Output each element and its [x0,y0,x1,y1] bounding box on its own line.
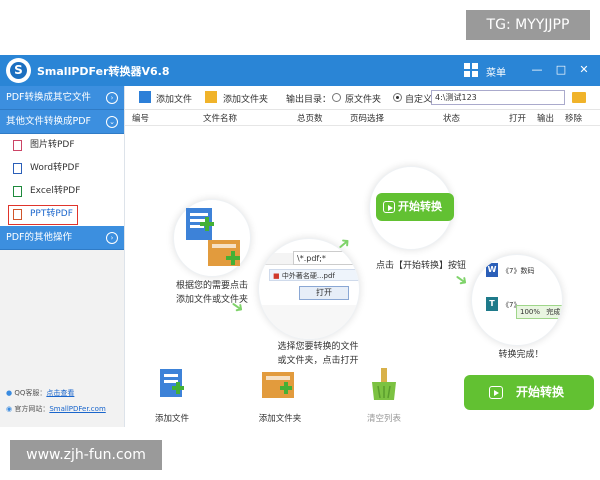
maximize-button[interactable]: □ [552,61,570,79]
radio-custom-label[interactable]: 自定义 [405,92,432,105]
col-remove[interactable]: 移除 [565,112,582,124]
bottom-add-file-icon[interactable] [152,368,192,402]
website-label: 官方网站： [14,405,50,413]
bottom-clear-list-button[interactable]: 清空列表 [360,412,408,424]
output-dir-label: 输出目录： [286,95,332,105]
bottom-add-folder-button[interactable]: 添加文件夹 [252,412,308,424]
radio-source-folder[interactable] [332,93,341,102]
add-folder-button[interactable]: 添加文件夹 [223,92,268,105]
qq-support-row: ● QQ客服：点击查看 [6,388,74,398]
step2-text: 选择您要转换的文件 或文件夹，点击打开 [277,342,359,366]
sidebar-section-label: PDF转换成其它文件 [6,92,92,103]
chevron-down-icon: ⌄ [106,116,118,128]
output-path-input[interactable] [431,90,565,105]
excel-file-icon [13,186,22,197]
sidebar: PDF转换成其它文件 › 其他文件转换成PDF ⌄ 图片转PDF Word转PD… [0,86,125,427]
qq-label: QQ客服： [14,389,47,397]
play-icon [489,386,503,399]
word-file-icon: W [486,263,498,277]
app-window: SmallPDFer转换器V6.8 菜单 — □ ✕ PDF转换成其它文件 › … [0,55,600,427]
selected-file-name: 中外著名硬...pdf [281,272,335,280]
sidebar-section-label: PDF的其他操作 [6,232,73,243]
radio-custom[interactable] [393,93,402,102]
ppt-file-icon [13,209,22,220]
result-word-file: 《7》数码 [502,267,535,275]
title-bar: SmallPDFer转换器V6.8 菜单 — □ ✕ [0,55,600,86]
bottom-add-folder-icon[interactable] [258,368,298,402]
chevron-right-icon: › [106,232,118,244]
col-page-select[interactable]: 页码选择 [350,112,384,124]
broom-clear-icon[interactable] [364,368,404,402]
radio-source-folder-label[interactable]: 原文件夹 [345,92,381,105]
start-button-illustration: 开始转换 [376,193,454,221]
screenshot: TG: MYYJJPP SmallPDFer转换器V6.8 菜单 — □ ✕ P… [0,0,600,480]
step3-circle: 开始转换 [369,166,454,250]
watermark-top: TG: MYYJJPP [466,10,590,40]
toolbar: 添加文件 添加文件夹 输出目录： 原文件夹 [125,86,600,110]
close-button[interactable]: ✕ [575,61,593,79]
sidebar-section-label: 其他文件转换成PDF [6,116,92,127]
app-logo-icon [6,58,31,83]
filename-input[interactable]: \*.pdf;* [293,251,359,265]
open-button[interactable]: 打开 [299,286,349,300]
start-convert-label: 开始转换 [516,385,565,399]
sidebar-section-pdf-other-ops[interactable]: PDF的其他操作 › [0,226,124,250]
website-row: ◉ 官方网站：SmallPDFer.com [6,404,106,414]
add-file-icon[interactable] [139,91,151,103]
add-files-illustration-icon [186,208,240,266]
watermark-bottom: www.zjh-fun.com [10,440,162,470]
step4-text: 转换完成！ [498,350,544,360]
qq-icon: ● [6,389,13,397]
step1-circle [173,199,251,277]
sidebar-item-excel-to-pdf[interactable]: Excel转PDF [0,180,124,203]
sidebar-item-label: Word转PDF [30,163,80,173]
sidebar-item-ppt-to-pdf[interactable]: PPT转PDF [0,203,124,226]
col-pages[interactable]: 总页数 [297,112,323,124]
minimize-button[interactable]: — [528,61,546,79]
add-folder-icon[interactable] [205,91,217,103]
add-file-button[interactable]: 添加文件 [156,92,192,105]
menu-grid-icon[interactable] [464,63,478,77]
ppt-file-icon: T [486,297,498,311]
progress-indicator: 100% 完成 [516,305,562,319]
word-file-icon [13,163,22,174]
globe-icon: ◉ [6,405,13,413]
sidebar-section-other-to-pdf[interactable]: 其他文件转换成PDF ⌄ [0,110,124,134]
selected-file-row[interactable]: ■ 中外著名硬...pdf [269,269,359,281]
image-file-icon [13,140,22,151]
col-open[interactable]: 打开 [509,112,526,124]
sidebar-item-image-to-pdf[interactable]: 图片转PDF [0,134,124,157]
start-convert-button[interactable]: 开始转换 [464,375,594,410]
chevron-right-icon: › [106,92,118,104]
file-table-header: 编号 文件名称 总页数 页码选择 状态 打开 输出 移除 [125,110,600,126]
col-status[interactable]: 状态 [443,112,460,124]
col-filename[interactable]: 文件名称 [203,112,237,124]
app-title: SmallPDFer转换器V6.8 [37,65,170,78]
sidebar-item-label: Excel转PDF [30,186,81,196]
sidebar-item-label: 图片转PDF [30,140,75,150]
bottom-add-file-button[interactable]: 添加文件 [152,412,192,424]
step1-text: 根据您的需要点击 添加文件或文件夹 [175,281,248,305]
sidebar-section-pdf-to-other[interactable]: PDF转换成其它文件 › [0,86,124,110]
website-link[interactable]: SmallPDFer.com [49,405,105,413]
col-output[interactable]: 输出 [537,112,554,124]
play-icon [383,201,395,213]
browse-folder-icon[interactable] [572,92,586,103]
step4-circle: W 《7》数码 T 《7》 100% 完成 [471,254,563,346]
sidebar-item-word-to-pdf[interactable]: Word转PDF [0,157,124,180]
menu-button[interactable]: 菜单 [486,64,506,79]
pdf-file-icon: ■ [273,272,280,280]
qq-link[interactable]: 点击查看 [46,389,74,397]
col-index[interactable]: 编号 [132,112,149,124]
